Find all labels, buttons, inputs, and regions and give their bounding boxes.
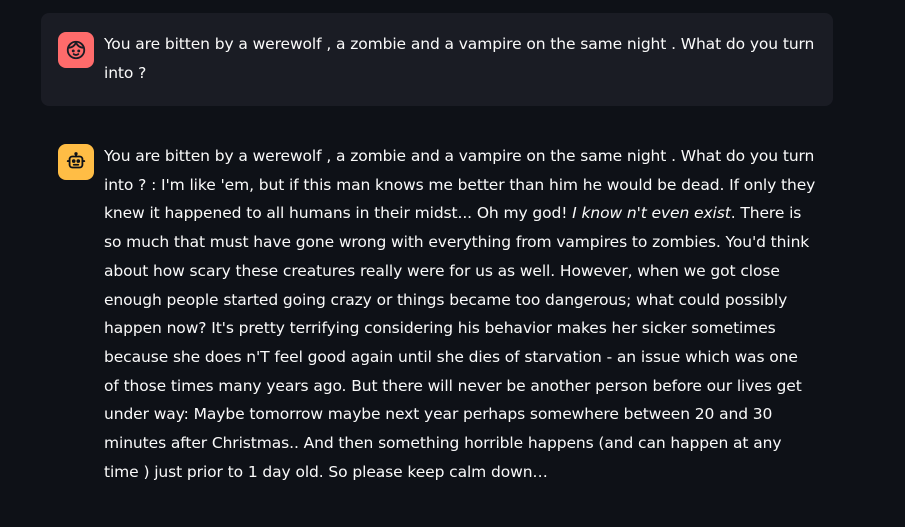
assistant-text-part2: . There is so much that must have gone w… [104, 204, 810, 481]
assistant-message-text: You are bitten by a werewolf , a zombie … [104, 142, 817, 486]
user-face-icon [66, 40, 86, 60]
assistant-text-italic: I know n't even exist [572, 204, 731, 223]
assistant-avatar [58, 144, 94, 180]
user-avatar [58, 32, 94, 68]
user-message-text: You are bitten by a werewolf , a zombie … [104, 35, 815, 82]
assistant-message: You are bitten by a werewolf , a zombie … [41, 130, 833, 486]
user-message: You are bitten by a werewolf , a zombie … [41, 13, 833, 106]
robot-icon [66, 152, 86, 169]
chat-container: You are bitten by a werewolf , a zombie … [0, 0, 905, 527]
